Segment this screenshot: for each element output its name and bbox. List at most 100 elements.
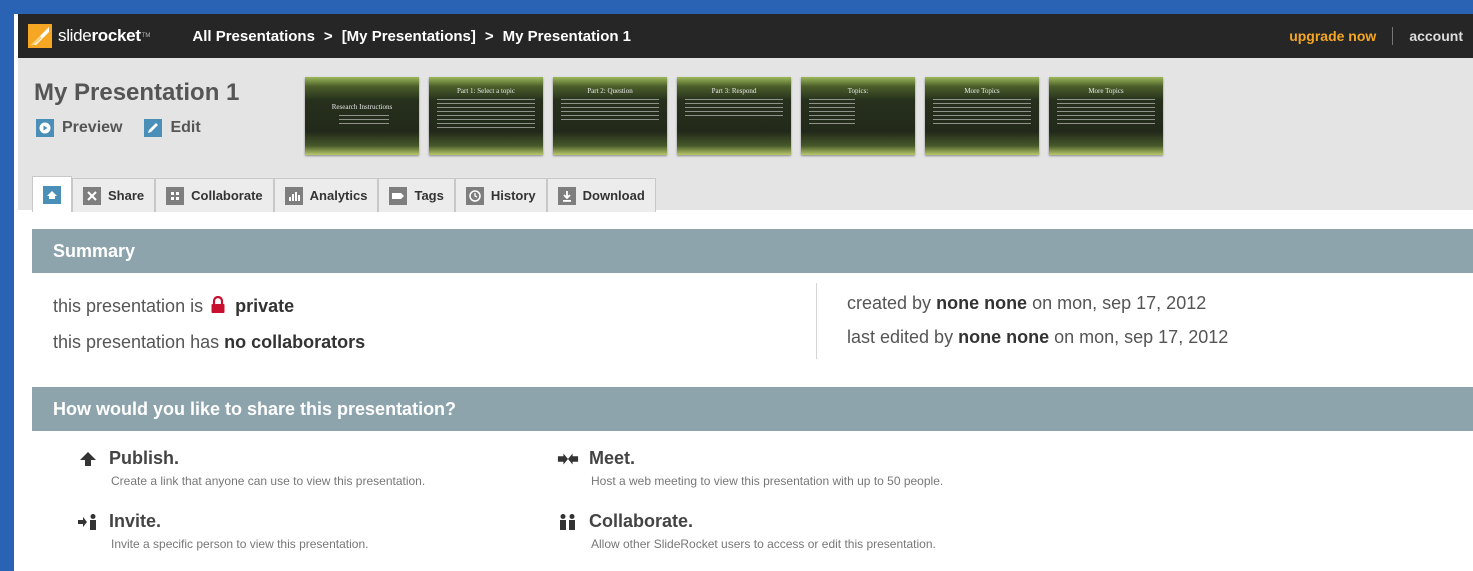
sliderocket-logo[interactable]: sliderocket TM [28, 24, 150, 48]
slide-body [809, 99, 855, 127]
collaborate-icon [166, 186, 185, 205]
preview-label: Preview [62, 119, 123, 136]
slide-title: More Topics [964, 87, 1000, 95]
created-by: none none [936, 293, 1028, 313]
edited-date: on mon, sep 17, 2012 [1054, 327, 1229, 347]
share-icon [83, 186, 101, 205]
summary-left: this presentation is private this presen… [53, 289, 365, 359]
breadcrumb-all-presentations[interactable]: All Presentations [192, 28, 315, 45]
publish-desc: Create a link that anyone can use to vie… [111, 474, 426, 488]
meet-option[interactable]: Meet. Host a web meeting to view this pr… [557, 448, 943, 488]
slide-thumbnail[interactable]: Research Instructions [305, 77, 419, 155]
tab-label: Share [108, 188, 145, 203]
tab-tags[interactable]: Tags [378, 178, 455, 212]
slide-title: More Topics [1088, 87, 1124, 95]
created-prefix: created by [847, 293, 932, 313]
slide-body [339, 115, 389, 127]
share-heading: How would you like to share this present… [32, 387, 1473, 431]
slide-thumbnail[interactable]: More Topics [925, 77, 1039, 155]
slide-thumbnail[interactable]: Topics: [801, 77, 915, 155]
invite-option[interactable]: Invite. Invite a specific person to view… [77, 511, 368, 551]
page-title: My Presentation 1 [34, 79, 240, 106]
privacy-value[interactable]: private [235, 296, 294, 316]
breadcrumb-separator: > [323, 27, 333, 45]
pencil-icon [144, 119, 163, 137]
collab-value[interactable]: no collaborators [224, 332, 365, 352]
breadcrumb-my-presentations[interactable]: [My Presentations] [342, 28, 476, 45]
edited-line: last edited by none none on mon, sep 17,… [847, 320, 1228, 354]
presentation-tabs: Share Collaborate Analytics Tags History… [32, 176, 656, 212]
slide-title: Part 2: Question [587, 87, 633, 95]
tab-label: Tags [414, 188, 444, 203]
collaborate-desc: Allow other SlideRocket users to access … [591, 537, 936, 551]
summary-heading: Summary [32, 229, 1473, 273]
slide-thumbnails: Research Instructions Part 1: Select a t… [305, 77, 1163, 155]
created-date: on mon, sep 17, 2012 [1032, 293, 1207, 313]
breadcrumb-current: My Presentation 1 [502, 27, 632, 45]
meet-desc: Host a web meeting to view this presenta… [591, 474, 944, 488]
rocket-logo-icon [28, 24, 52, 48]
publish-option[interactable]: Publish. Create a link that anyone can u… [77, 448, 425, 488]
breadcrumb: All Presentations > [My Presentations] >… [192, 28, 631, 45]
tab-share[interactable]: Share [72, 178, 156, 212]
tab-collaborate[interactable]: Collaborate [155, 178, 274, 212]
slide-body [685, 99, 783, 119]
slide-body [1057, 99, 1155, 127]
slide-thumbnail[interactable]: Part 3: Respond [677, 77, 791, 155]
invite-desc: Invite a specific person to view this pr… [111, 537, 369, 551]
tab-analytics[interactable]: Analytics [273, 178, 379, 212]
edit-label: Edit [170, 119, 201, 136]
collab-prefix: this presentation has [53, 332, 220, 352]
slide-thumbnail[interactable]: More Topics [1049, 77, 1163, 155]
collaborate-title: Collaborate. [589, 511, 694, 531]
invite-person-icon [77, 513, 99, 531]
clock-icon [465, 186, 484, 205]
logo-trademark: TM [141, 33, 151, 39]
upgrade-now-link[interactable]: upgrade now [1289, 28, 1376, 44]
meet-icon [557, 452, 579, 466]
slide-body [437, 99, 535, 131]
top-right-links: upgrade now account [1289, 14, 1463, 58]
breadcrumb-separator: > [484, 27, 494, 45]
tag-icon [389, 186, 408, 205]
slide-title: Topics: [847, 87, 869, 95]
summary-divider [816, 283, 817, 359]
up-arrow-icon [77, 450, 99, 468]
tab-history[interactable]: History [454, 178, 547, 212]
top-nav-bar: sliderocket TM All Presentations > [My Pr… [18, 14, 1473, 58]
tab-label: Analytics [309, 188, 368, 203]
collaborate-option[interactable]: Collaborate. Allow other SlideRocket use… [557, 511, 936, 551]
lock-icon [210, 291, 226, 325]
publish-title: Publish. [109, 448, 180, 468]
download-icon [557, 186, 576, 205]
edited-prefix: last edited by [847, 327, 954, 347]
edit-button[interactable]: Edit [144, 119, 201, 137]
tab-label: Collaborate [191, 188, 263, 203]
home-icon [43, 185, 61, 204]
tab-label: History [490, 188, 536, 203]
privacy-line: this presentation is private [53, 289, 365, 325]
tab-home[interactable] [32, 176, 72, 212]
privacy-prefix: this presentation is [53, 296, 204, 316]
slide-thumbnail[interactable]: Part 2: Question [553, 77, 667, 155]
slide-title: Part 1: Select a topic [457, 87, 515, 95]
meet-title: Meet. [589, 448, 636, 468]
tab-download[interactable]: Download [546, 178, 656, 212]
window-frame-top [0, 0, 1473, 14]
invite-title: Invite. [109, 511, 162, 531]
slide-thumbnail[interactable]: Part 1: Select a topic [429, 77, 543, 155]
tab-label: Download [582, 188, 645, 203]
summary-right: created by none none on mon, sep 17, 201… [847, 286, 1228, 354]
link-divider [1392, 27, 1394, 45]
created-line: created by none none on mon, sep 17, 201… [847, 286, 1228, 320]
presentation-actions: Preview Edit [36, 119, 201, 137]
account-link[interactable]: account [1409, 28, 1463, 44]
play-icon [36, 119, 54, 137]
preview-button[interactable]: Preview [36, 119, 122, 137]
collaborators-line: this presentation has no collaborators [53, 325, 365, 359]
logo-text: sliderocket [58, 26, 141, 45]
slide-body [933, 99, 1031, 127]
slide-title: Part 3: Respond [711, 87, 757, 95]
slide-title: Research Instructions [331, 103, 393, 111]
slide-body [561, 99, 659, 123]
